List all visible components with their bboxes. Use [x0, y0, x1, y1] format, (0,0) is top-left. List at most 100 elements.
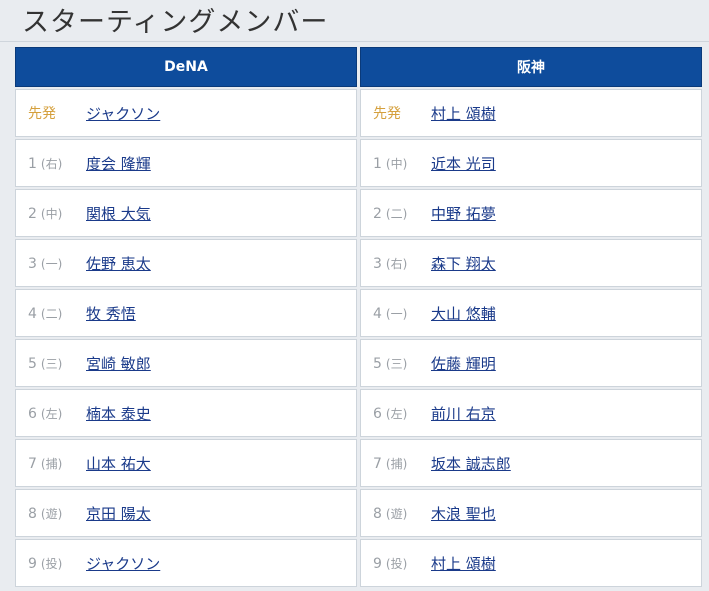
batting-order: 3 (右) [373, 255, 431, 272]
lineup-row: 4 (一) 大山 悠輔 [360, 289, 702, 337]
player-link[interactable]: 京田 陽太 [86, 503, 151, 524]
fielding-position: (左) [385, 406, 408, 421]
fielding-position: (一) [385, 306, 408, 321]
fielding-position: (投) [40, 556, 63, 571]
lineup-row: 4 (二) 牧 秀悟 [15, 289, 357, 337]
player-link[interactable]: 前川 右京 [431, 403, 496, 424]
order-number: 2 [28, 205, 37, 222]
fielding-position: (左) [40, 406, 63, 421]
player-link[interactable]: 坂本 誠志郎 [431, 453, 511, 474]
order-number: 1 [28, 155, 37, 172]
team-column-hanshin: 阪神 先発 村上 頌樹 1 (中) 近本 光司 2 (二) 中野 拓夢 3 (右) 森… [360, 47, 702, 587]
player-link[interactable]: 佐藤 輝明 [431, 353, 496, 374]
lineup-row: 9 (投) 村上 頌樹 [360, 539, 702, 587]
batting-order: 9 (投) [373, 555, 431, 572]
order-number: 4 [373, 305, 382, 322]
batting-order: 7 (捕) [373, 455, 431, 472]
fielding-position: (三) [40, 356, 63, 371]
starter-label: 先発 [373, 106, 401, 122]
starting-pitcher-row: 先発 ジャクソン [15, 89, 357, 137]
batting-order: 8 (遊) [373, 505, 431, 522]
lineup-row: 5 (三) 佐藤 輝明 [360, 339, 702, 387]
fielding-position: (投) [385, 556, 408, 571]
lineup-row: 2 (中) 関根 大気 [15, 189, 357, 237]
fielding-position: (遊) [385, 506, 408, 521]
player-link[interactable]: 佐野 恵太 [86, 253, 151, 274]
lineup-row: 8 (遊) 木浪 聖也 [360, 489, 702, 537]
player-link[interactable]: 村上 頌樹 [431, 553, 496, 574]
player-link[interactable]: ジャクソン [86, 103, 160, 124]
lineup-row: 8 (遊) 京田 陽太 [15, 489, 357, 537]
team-header: 阪神 [360, 47, 702, 87]
player-link[interactable]: 山本 祐大 [86, 453, 151, 474]
order-number: 7 [373, 455, 382, 472]
team-column-dena: DeNA 先発 ジャクソン 1 (右) 度会 隆輝 2 (中) 関根 大気 3 (一)… [15, 47, 357, 587]
lineup-row: 3 (一) 佐野 恵太 [15, 239, 357, 287]
player-link[interactable]: 大山 悠輔 [431, 303, 496, 324]
batting-order: 4 (一) [373, 305, 431, 322]
fielding-position: (三) [385, 356, 408, 371]
starting-pitcher-row: 先発 村上 頌樹 [360, 89, 702, 137]
batting-order: 3 (一) [28, 255, 86, 272]
batting-order: 5 (三) [373, 355, 431, 372]
player-link[interactable]: 中野 拓夢 [431, 203, 496, 224]
lineup-row: 1 (中) 近本 光司 [360, 139, 702, 187]
order-number: 3 [373, 255, 382, 272]
batting-order: 6 (左) [28, 405, 86, 422]
batting-order: 8 (遊) [28, 505, 86, 522]
fielding-position: (捕) [385, 456, 408, 471]
batting-order: 6 (左) [373, 405, 431, 422]
order-number: 3 [28, 255, 37, 272]
order-number: 5 [28, 355, 37, 372]
batting-order: 7 (捕) [28, 455, 86, 472]
fielding-position: (遊) [40, 506, 63, 521]
player-link[interactable]: 関根 大気 [86, 203, 151, 224]
lineup-row: 9 (投) ジャクソン [15, 539, 357, 587]
player-link[interactable]: 村上 頌樹 [431, 103, 496, 124]
batting-order: 1 (右) [28, 155, 86, 172]
fielding-position: (捕) [40, 456, 63, 471]
lineup-row: 7 (捕) 坂本 誠志郎 [360, 439, 702, 487]
order-number: 1 [373, 155, 382, 172]
lineup-row: 1 (右) 度会 隆輝 [15, 139, 357, 187]
fielding-position: (右) [40, 156, 63, 171]
order-number: 5 [373, 355, 382, 372]
fielding-position: (右) [385, 256, 408, 271]
order-number: 7 [28, 455, 37, 472]
fielding-position: (二) [385, 206, 408, 221]
order-number: 6 [28, 405, 37, 422]
lineup-row: 5 (三) 宮崎 敏郎 [15, 339, 357, 387]
batting-order: 5 (三) [28, 355, 86, 372]
page-title: スターティングメンバー [22, 7, 329, 38]
starter-label: 先発 [28, 106, 56, 122]
order-number: 4 [28, 305, 37, 322]
batting-order: 2 (中) [28, 205, 86, 222]
player-link[interactable]: 近本 光司 [431, 153, 496, 174]
lineup-row: 2 (二) 中野 拓夢 [360, 189, 702, 237]
title-divider [0, 41, 709, 42]
player-link[interactable]: 森下 翔太 [431, 253, 496, 274]
player-link[interactable]: 木浪 聖也 [431, 503, 496, 524]
fielding-position: (二) [40, 306, 63, 321]
order-number: 6 [373, 405, 382, 422]
fielding-position: (中) [385, 156, 408, 171]
fielding-position: (中) [40, 206, 63, 221]
order-number: 9 [28, 555, 37, 572]
player-link[interactable]: 宮崎 敏郎 [86, 353, 151, 374]
order-number: 2 [373, 205, 382, 222]
fielding-position: (一) [40, 256, 63, 271]
batting-order: 9 (投) [28, 555, 86, 572]
player-link[interactable]: 度会 隆輝 [86, 153, 151, 174]
player-link[interactable]: 牧 秀悟 [86, 303, 136, 324]
lineup-row: 3 (右) 森下 翔太 [360, 239, 702, 287]
lineup-row: 6 (左) 楠本 泰史 [15, 389, 357, 437]
player-link[interactable]: 楠本 泰史 [86, 403, 151, 424]
order-number: 9 [373, 555, 382, 572]
team-header: DeNA [15, 47, 357, 87]
player-link[interactable]: ジャクソン [86, 553, 160, 574]
order-number: 8 [373, 505, 382, 522]
lineup-row: 7 (捕) 山本 祐大 [15, 439, 357, 487]
batting-order: 1 (中) [373, 155, 431, 172]
batting-order: 4 (二) [28, 305, 86, 322]
order-number: 8 [28, 505, 37, 522]
